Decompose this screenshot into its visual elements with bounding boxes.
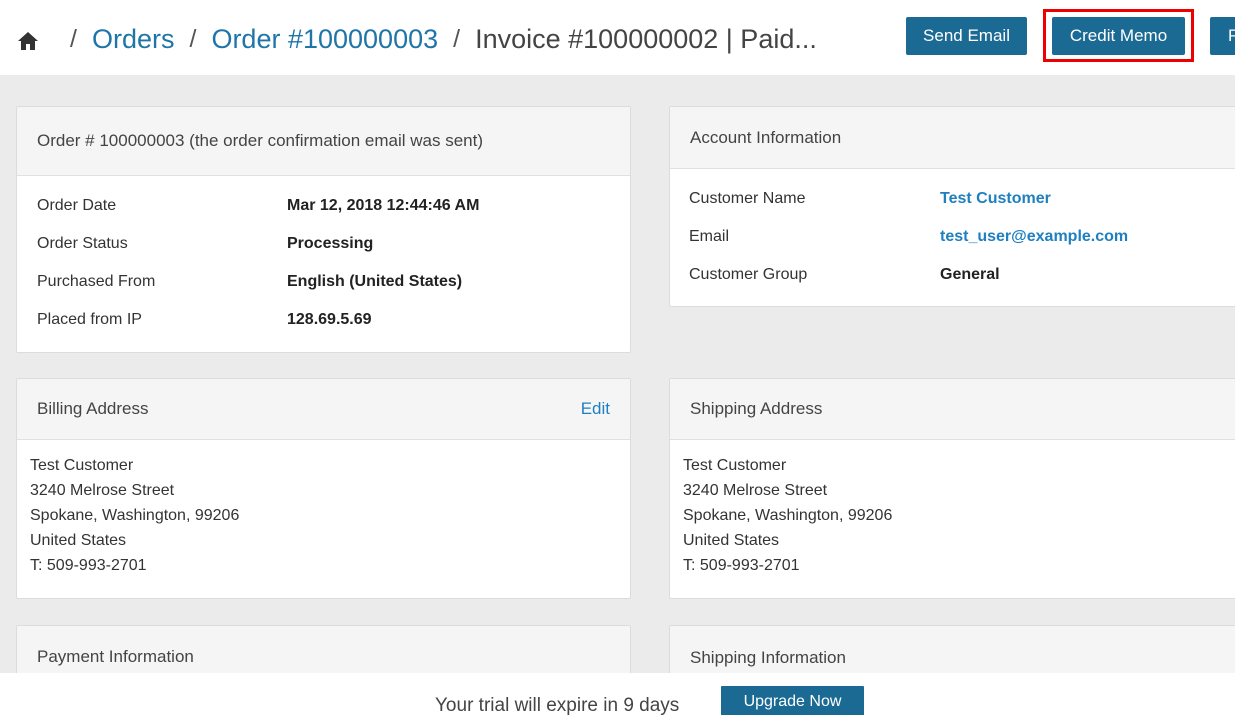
- print-button[interactable]: P: [1210, 17, 1235, 55]
- account-info-header: Account Information: [670, 107, 1235, 169]
- order-status-value: Processing: [287, 235, 374, 252]
- order-date-value: Mar 12, 2018 12:44:46 AM: [287, 197, 480, 214]
- order-info-header: Order # 100000003 (the order confirmatio…: [17, 107, 630, 176]
- upgrade-now-button[interactable]: Upgrade Now: [721, 686, 864, 715]
- customer-group-value: General: [940, 266, 1000, 283]
- email-label: Email: [689, 228, 730, 245]
- page-header: / Orders / Order #100000003 / Invoice #1…: [0, 0, 1235, 75]
- shipping-address-title: Shipping Address: [690, 399, 823, 418]
- billing-line: United States: [30, 532, 127, 549]
- billing-line: 3240 Melrose Street: [30, 482, 175, 499]
- order-date-label: Order Date: [37, 197, 117, 214]
- account-info-panel: Account Information Customer Name Test C…: [669, 106, 1235, 307]
- billing-address-title: Billing Address: [37, 399, 149, 418]
- purchased-from-value: English (United States): [287, 273, 463, 290]
- purchased-from-label: Purchased From: [37, 273, 156, 290]
- placed-ip-label: Placed from IP: [37, 311, 142, 328]
- breadcrumb-separator: /: [453, 24, 461, 53]
- order-info-title: Order # 100000003 (the order confirmatio…: [37, 131, 484, 150]
- shipping-address-block: Test Customer 3240 Melrose Street Spokan…: [683, 453, 892, 578]
- shipping-line: 3240 Melrose Street: [683, 482, 828, 499]
- shipping-line: T: 509-993-2701: [683, 557, 800, 574]
- breadcrumb: / Orders / Order #100000003 / Invoice #1…: [17, 22, 817, 56]
- shipping-line: Test Customer: [683, 457, 787, 474]
- shipping-line: United States: [683, 532, 780, 549]
- payment-info-title: Payment Information: [37, 646, 194, 666]
- send-email-button[interactable]: Send Email: [906, 17, 1027, 55]
- credit-memo-button[interactable]: Credit Memo: [1052, 17, 1185, 55]
- shipping-line: Spokane, Washington, 99206: [683, 507, 893, 524]
- breadcrumb-order[interactable]: Order #100000003: [211, 24, 438, 55]
- customer-name-link[interactable]: Test Customer: [940, 190, 1051, 208]
- billing-address-panel: Billing Address Edit Test Customer 3240 …: [16, 378, 631, 599]
- customer-group-label: Customer Group: [689, 266, 808, 283]
- home-icon[interactable]: [17, 28, 39, 50]
- breadcrumb-separator: /: [70, 24, 77, 53]
- customer-name-label: Customer Name: [689, 190, 806, 207]
- shipping-info-title: Shipping Information: [690, 647, 846, 667]
- billing-line: T: 509-993-2701: [30, 557, 147, 574]
- breadcrumb-orders[interactable]: Orders: [92, 24, 175, 55]
- trial-bar: Your trial will expire in 9 days Upgrade…: [0, 673, 1235, 715]
- billing-line: Test Customer: [30, 457, 134, 474]
- placed-ip-value: 128.69.5.69: [287, 311, 372, 328]
- account-info-title: Account Information: [690, 127, 842, 147]
- breadcrumb-current-invoice: Invoice #100000002 | Paid...: [475, 23, 817, 54]
- shipping-address-panel: Shipping Address Test Customer 3240 Melr…: [669, 378, 1235, 599]
- billing-address-block: Test Customer 3240 Melrose Street Spokan…: [30, 453, 239, 578]
- order-info-panel: Order # 100000003 (the order confirmatio…: [16, 106, 631, 353]
- shipping-address-header: Shipping Address: [670, 379, 1235, 440]
- email-link[interactable]: test_user@example.com: [940, 228, 1128, 246]
- billing-address-header: Billing Address Edit: [17, 379, 630, 440]
- billing-line: Spokane, Washington, 99206: [30, 507, 240, 524]
- billing-edit-link[interactable]: Edit: [581, 399, 610, 419]
- breadcrumb-separator: /: [189, 24, 197, 53]
- order-status-label: Order Status: [37, 235, 128, 252]
- trial-message: Your trial will expire in 9 days: [435, 695, 680, 715]
